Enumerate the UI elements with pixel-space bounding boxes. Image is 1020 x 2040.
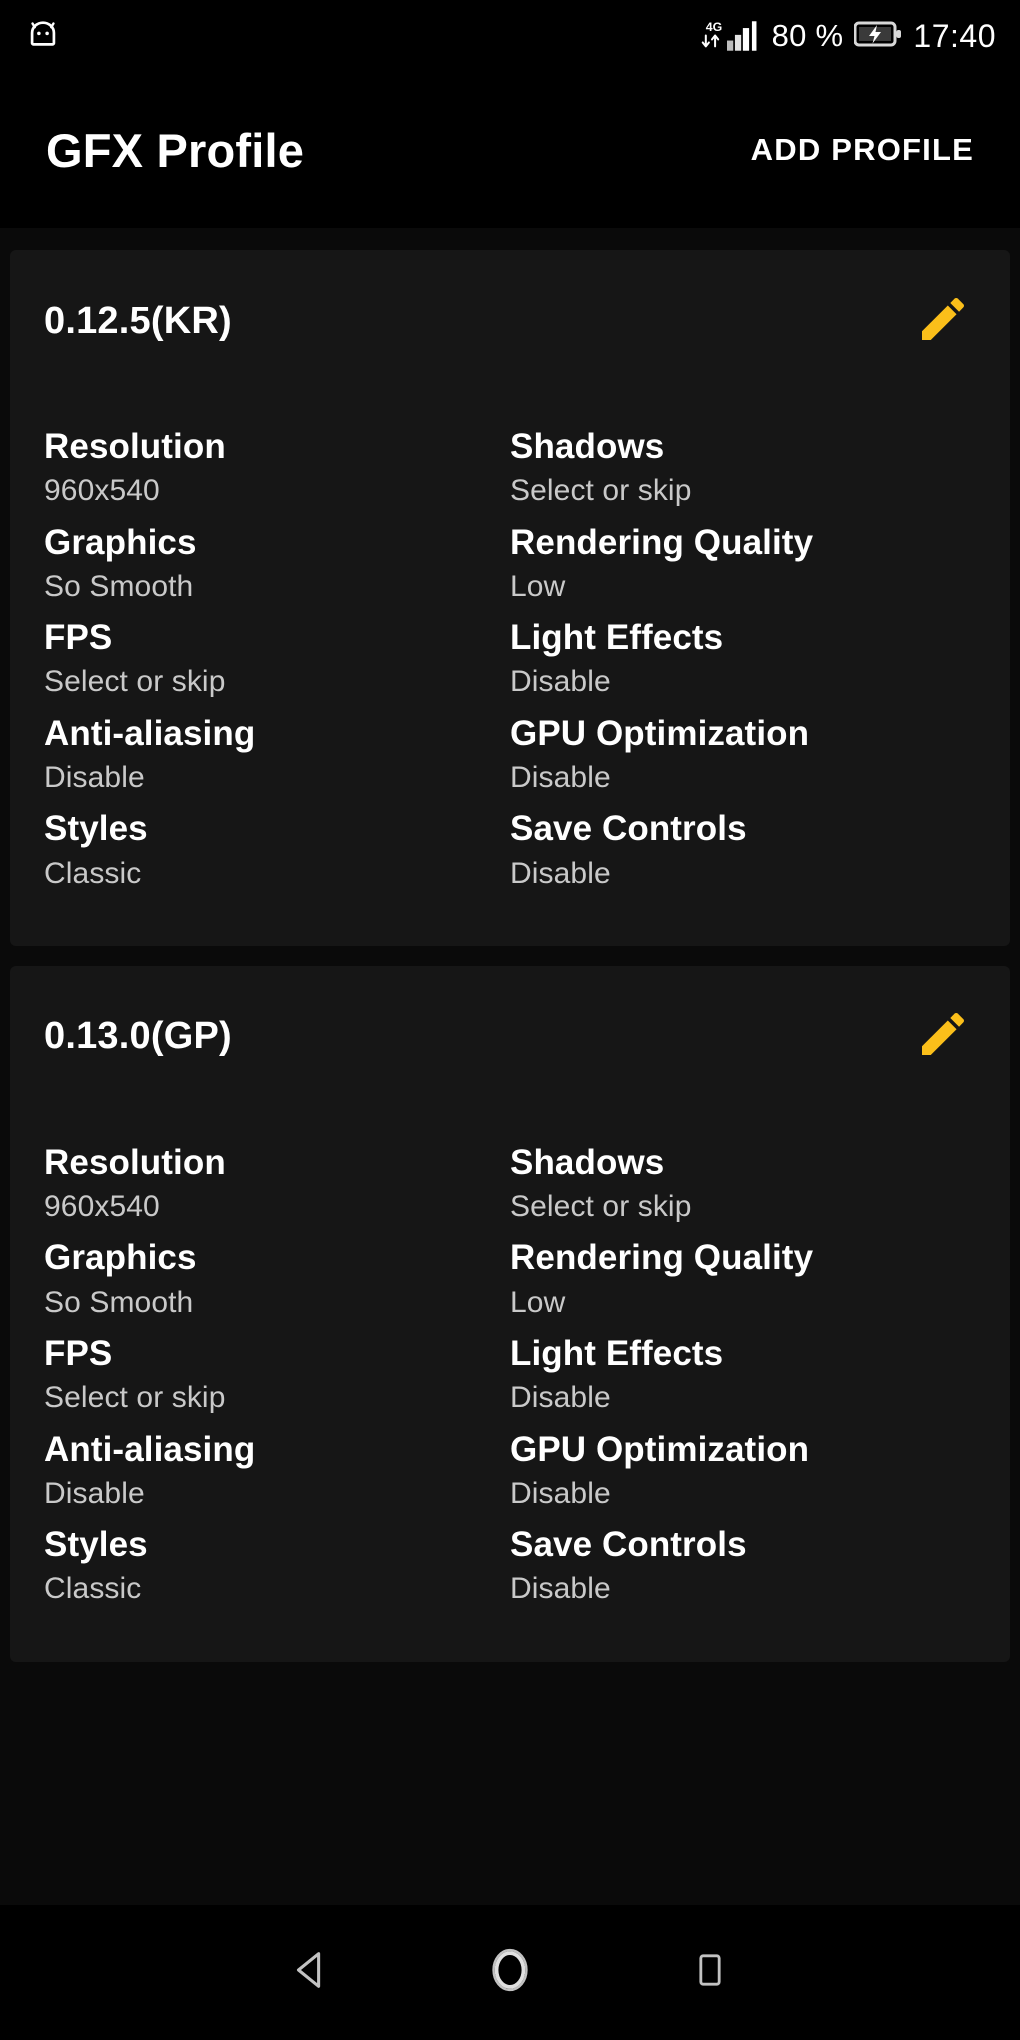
home-circle-icon [484, 1944, 536, 2001]
setting-item: Light Effects Disable [510, 615, 976, 703]
setting-value: Select or skip [44, 1381, 226, 1415]
profile-list: 0.12.5(KR) Resolution 960x540 Graphics S… [0, 228, 1020, 1905]
settings-column-right: Shadows Select or skip Rendering Quality… [510, 1140, 976, 1618]
profile-name: 0.12.5(KR) [44, 299, 232, 342]
setting-value: Disable [510, 760, 611, 794]
setting-item: Rendering Quality Low [510, 520, 976, 608]
setting-label: Save Controls [510, 1525, 747, 1565]
setting-item: Anti-aliasing Disable [44, 1427, 510, 1515]
page-title: GFX Profile [46, 123, 305, 177]
edit-profile-button[interactable] [910, 288, 976, 354]
setting-item: Shadows Select or skip [510, 424, 976, 512]
app-bar: GFX Profile ADD PROFILE [0, 72, 1020, 228]
setting-value: Low [510, 569, 566, 603]
setting-value: Disable [510, 665, 611, 699]
setting-label: Styles [44, 1525, 148, 1565]
recents-square-icon [690, 1950, 730, 1995]
setting-item: Save Controls Disable [510, 806, 976, 894]
setting-label: FPS [44, 1334, 113, 1374]
setting-item: Shadows Select or skip [510, 1140, 976, 1228]
profile-card-header: 0.13.0(GP) [44, 1004, 976, 1070]
setting-label: Shadows [510, 1142, 665, 1182]
profile-settings-grid: Resolution 960x540 Graphics So Smooth FP… [44, 424, 976, 902]
setting-label: Anti-aliasing [44, 1429, 256, 1469]
setting-label: Rendering Quality [510, 1238, 814, 1278]
setting-value: Classic [44, 856, 142, 890]
setting-item: Graphics So Smooth [44, 1235, 510, 1323]
add-profile-button[interactable]: ADD PROFILE [739, 118, 986, 182]
network-status-group: 4G [699, 17, 761, 56]
nav-back-button[interactable] [210, 1905, 410, 2040]
setting-label: Styles [44, 809, 148, 849]
battery-charging-icon [853, 20, 902, 53]
setting-label: Light Effects [510, 618, 724, 658]
phone-screen: 4G 80 % 17:40 GFX Profile ADD PROFILE 0.… [0, 0, 1020, 2040]
setting-value: Disable [44, 1476, 145, 1510]
profile-card-header: 0.12.5(KR) [44, 288, 976, 354]
signal-bars-icon [726, 20, 761, 56]
nav-recents-button[interactable] [610, 1905, 810, 2040]
setting-label: Resolution [44, 427, 226, 466]
setting-item: GPU Optimization Disable [510, 711, 976, 799]
setting-value: So Smooth [44, 1285, 194, 1319]
setting-value: Disable [510, 1476, 611, 1510]
android-robot-icon [26, 17, 60, 56]
setting-label: GPU Optimization [510, 1429, 810, 1469]
settings-column-left: Resolution 960x540 Graphics So Smooth FP… [44, 1140, 510, 1618]
setting-value: 960x540 [44, 474, 160, 508]
settings-column-left: Resolution 960x540 Graphics So Smooth FP… [44, 424, 510, 902]
setting-value: Disable [510, 1381, 611, 1415]
setting-value: Disable [510, 1572, 611, 1606]
pencil-edit-icon [915, 291, 971, 352]
setting-item: Light Effects Disable [510, 1331, 976, 1419]
setting-item: Resolution 960x540 [44, 424, 510, 512]
pencil-edit-icon [915, 1006, 971, 1067]
setting-value: Select or skip [510, 1190, 692, 1224]
status-bar-left [26, 17, 60, 56]
profile-settings-grid: Resolution 960x540 Graphics So Smooth FP… [44, 1140, 976, 1618]
svg-text:4G: 4G [705, 19, 722, 33]
battery-percent-label: 80 % [771, 18, 844, 53]
profile-card[interactable]: 0.13.0(GP) Resolution 960x540 Graphics S… [10, 965, 1010, 1662]
setting-value: Disable [44, 760, 145, 794]
status-bar-right: 4G 80 % 17:40 [699, 17, 996, 56]
setting-item: Rendering Quality Low [510, 1235, 976, 1323]
edit-profile-button[interactable] [910, 1004, 976, 1070]
setting-value: Select or skip [510, 474, 692, 508]
settings-column-right: Shadows Select or skip Rendering Quality… [510, 424, 976, 902]
setting-value: Select or skip [44, 665, 226, 699]
setting-item: Resolution 960x540 [44, 1140, 510, 1228]
setting-value: Low [510, 1285, 566, 1319]
setting-label: Light Effects [510, 1334, 724, 1374]
setting-item: Anti-aliasing Disable [44, 711, 510, 799]
setting-item: GPU Optimization Disable [510, 1427, 976, 1515]
clock-label: 17:40 [913, 17, 996, 54]
setting-label: Graphics [44, 1238, 197, 1278]
setting-item: FPS Select or skip [44, 1331, 510, 1419]
setting-label: Save Controls [510, 809, 747, 849]
profile-card[interactable]: 0.12.5(KR) Resolution 960x540 Graphics S… [10, 250, 1010, 946]
setting-item: Save Controls Disable [510, 1522, 976, 1610]
setting-value: Disable [510, 856, 611, 890]
setting-value: 960x540 [44, 1190, 160, 1224]
profile-name: 0.13.0(GP) [44, 1015, 232, 1058]
setting-item: FPS Select or skip [44, 615, 510, 703]
setting-item: Styles Classic [44, 1522, 510, 1610]
setting-label: Shadows [510, 427, 665, 466]
setting-label: Anti-aliasing [44, 713, 256, 753]
setting-label: Resolution [44, 1142, 226, 1182]
setting-value: Classic [44, 1572, 142, 1606]
setting-item: Styles Classic [44, 806, 510, 894]
back-triangle-icon [287, 1947, 333, 1998]
nav-home-button[interactable] [410, 1905, 610, 2040]
setting-label: Rendering Quality [510, 522, 814, 562]
setting-label: GPU Optimization [510, 713, 810, 753]
status-bar: 4G 80 % 17:40 [0, 0, 1020, 72]
setting-label: Graphics [44, 522, 197, 562]
setting-item: Graphics So Smooth [44, 520, 510, 608]
android-navigation-bar [0, 1905, 1020, 2040]
setting-value: So Smooth [44, 569, 194, 603]
data-transfer-icon: 4G [699, 17, 725, 56]
setting-label: FPS [44, 618, 113, 658]
